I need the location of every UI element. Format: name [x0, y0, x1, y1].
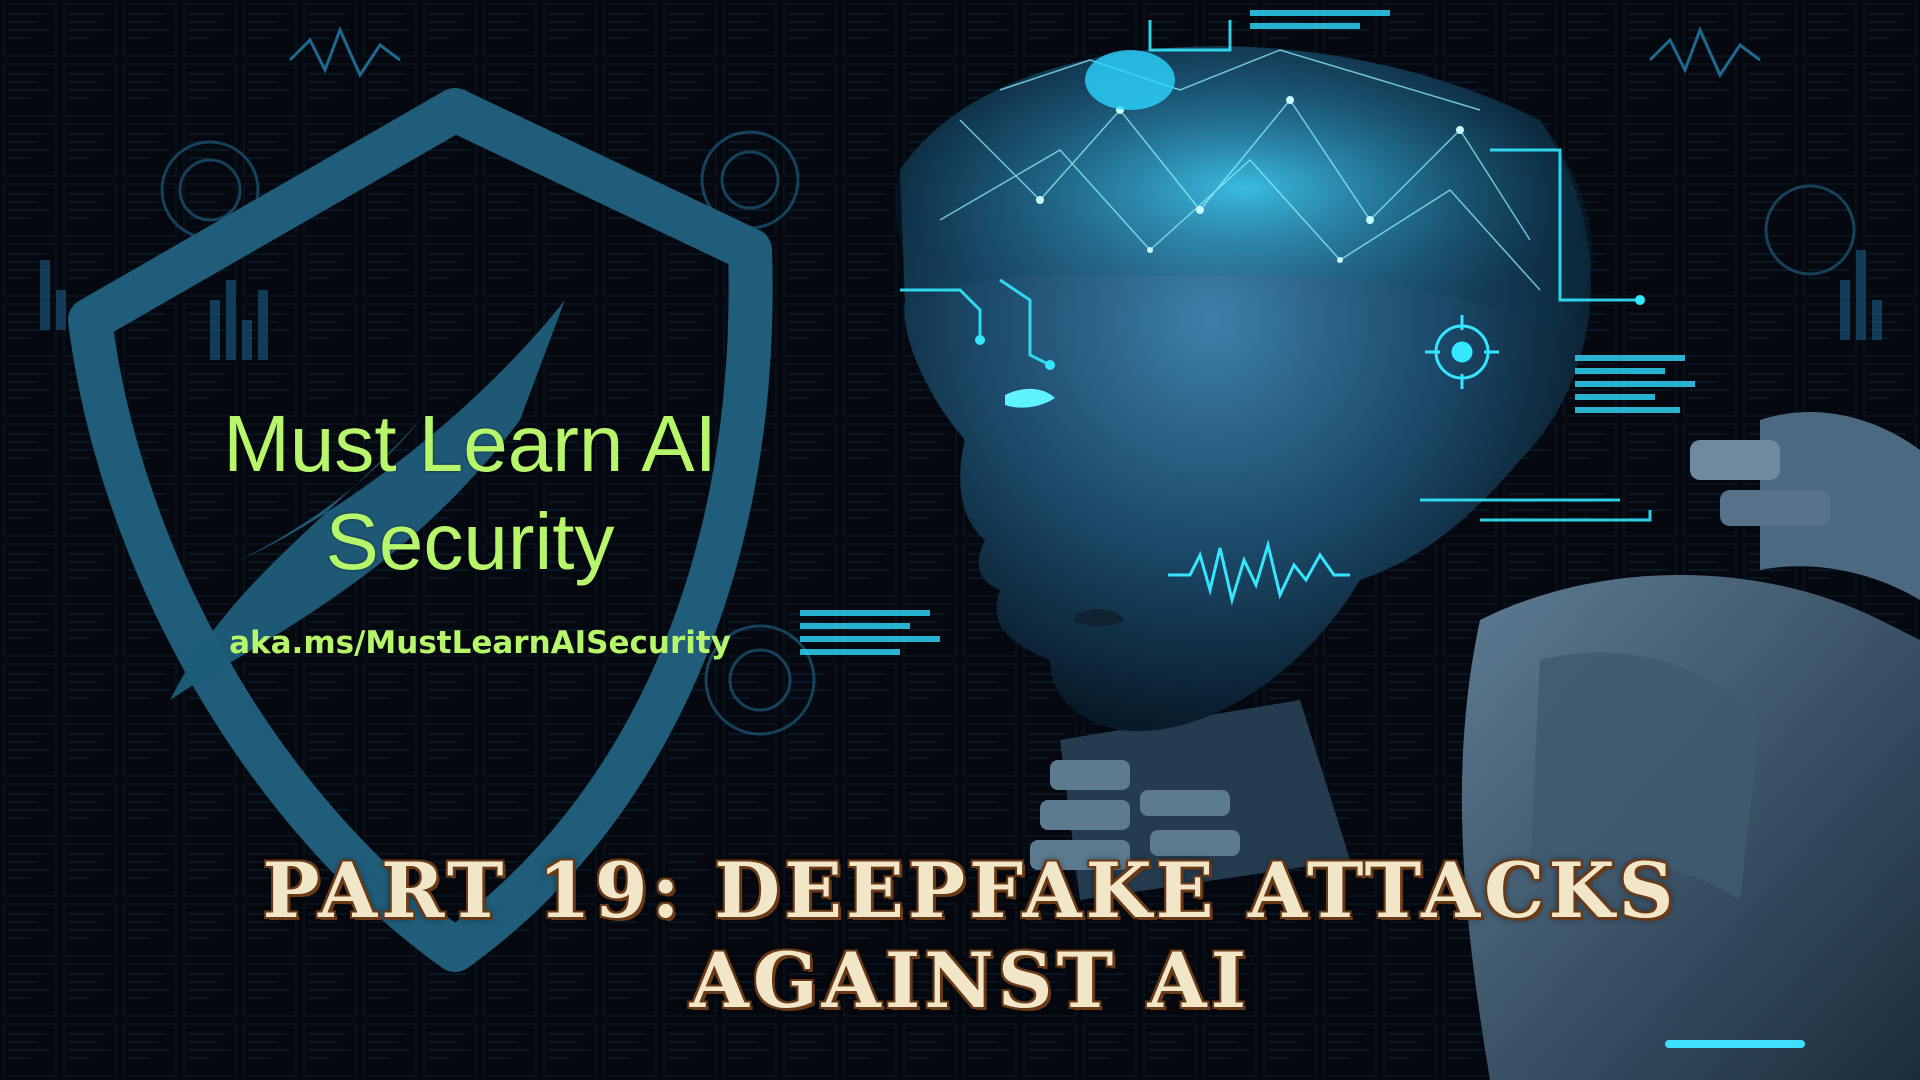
brand-title-line2: Security	[325, 497, 615, 586]
brand-title: Must Learn AI Security	[130, 395, 810, 591]
episode-title-line2: AGAINST AI	[689, 936, 1251, 1025]
episode-title: PART 19: DEEPFAKE ATTACKS AGAINST AI	[120, 846, 1820, 1026]
brand-title-line1: Must Learn AI	[223, 399, 717, 488]
brand-link[interactable]: aka.ms/MustLearnAISecurity	[210, 625, 750, 661]
episode-title-line1: PART 19: DEEPFAKE ATTACKS	[262, 846, 1678, 935]
